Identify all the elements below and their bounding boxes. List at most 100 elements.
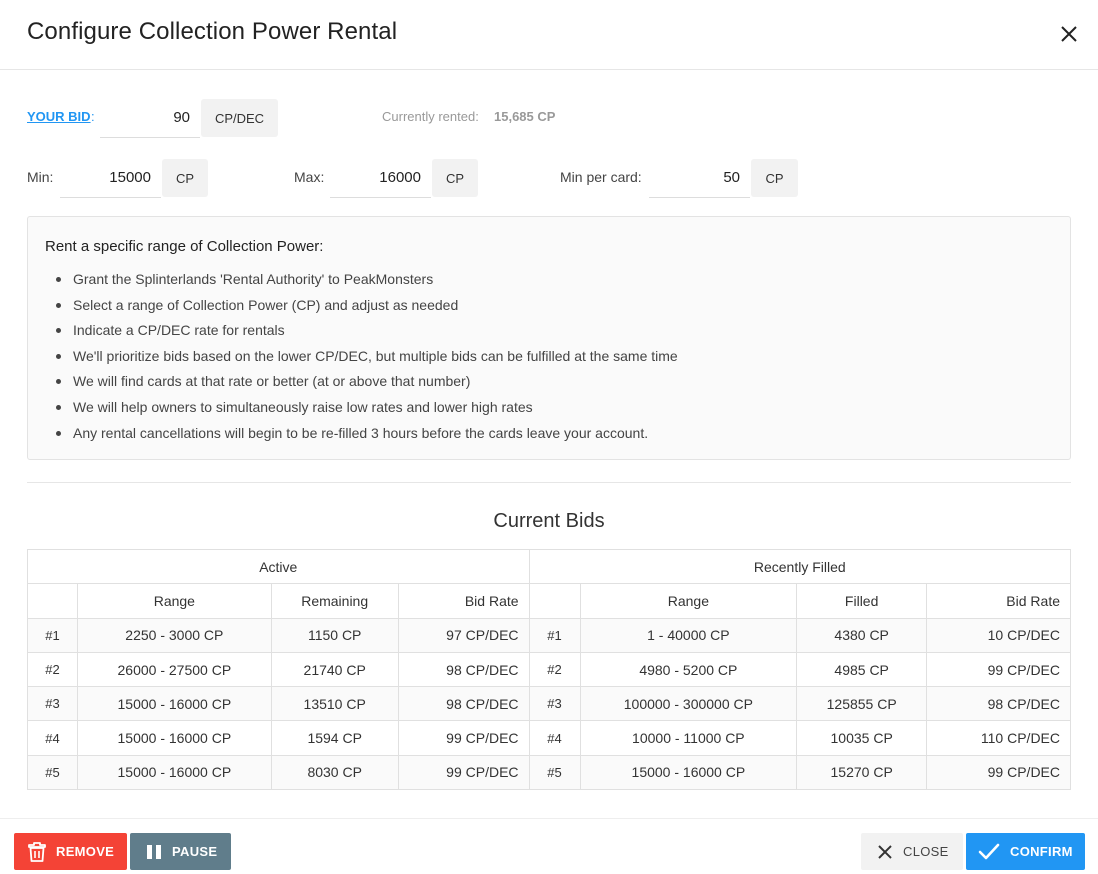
active-remaining: 21740 CP	[270, 651, 399, 688]
active-bid-rate-header[interactable]: Bid Rate	[397, 583, 530, 619]
active-index: #1	[27, 617, 78, 653]
filled-bid-rate: 99 CP/DEC	[926, 754, 1071, 791]
active-bid-rate: 97 CP/DEC	[397, 617, 530, 653]
bid-row: YOUR BID : CP/DEC Currently rented: 15,6…	[0, 98, 1098, 138]
filled-range: 100000 - 300000 CP	[579, 686, 798, 722]
table-row: #1 2250 - 3000 CP 1150 CP 97 CP/DEC #1 1…	[27, 617, 1071, 653]
confirm-button[interactable]: CONFIRM	[966, 833, 1085, 870]
remove-button[interactable]: REMOVE	[14, 833, 127, 870]
filled-index: #5	[528, 754, 581, 791]
info-title: Rent a specific range of Collection Powe…	[45, 238, 324, 255]
min-label: Min:	[27, 169, 54, 185]
filled-index: #4	[528, 720, 581, 756]
filled-range: 10000 - 11000 CP	[579, 720, 798, 756]
bids-table: Active Recently Filled Range Remaining B…	[27, 548, 1072, 791]
filled-amount: 4985 CP	[796, 651, 928, 688]
trash-icon	[28, 841, 46, 862]
filled-range: 4980 - 5200 CP	[579, 651, 798, 688]
table-row: #5 15000 - 16000 CP 8030 CP 99 CP/DEC #5…	[27, 754, 1071, 791]
footer-divider	[0, 818, 1098, 819]
active-range: 2250 - 3000 CP	[76, 617, 272, 653]
active-bid-rate: 98 CP/DEC	[397, 651, 530, 688]
x-icon	[877, 844, 893, 860]
info-list-item: We will help owners to simultaneously ra…	[56, 397, 678, 423]
filled-amount: 4380 CP	[796, 617, 928, 653]
close-button[interactable]: CLOSE	[861, 833, 963, 870]
active-bid-rate: 99 CP/DEC	[397, 720, 530, 756]
active-index: #4	[27, 720, 78, 756]
your-bid-link[interactable]: YOUR BID	[27, 109, 91, 124]
active-index: #3	[27, 686, 78, 722]
filled-amount: 15270 CP	[796, 754, 928, 791]
bid-label-colon: :	[91, 109, 95, 124]
active-remaining: 1594 CP	[270, 720, 399, 756]
filled-index: #1	[528, 617, 581, 653]
info-list: Grant the Splinterlands 'Rental Authorit…	[56, 269, 678, 449]
min-per-card-input[interactable]	[649, 158, 750, 198]
close-icon[interactable]	[1057, 22, 1081, 46]
active-bid-rate: 98 CP/DEC	[397, 686, 530, 722]
pause-button-label: PAUSE	[172, 844, 218, 859]
min-unit-label: CP	[162, 159, 208, 197]
active-index-header	[27, 583, 78, 619]
filled-bid-rate: 98 CP/DEC	[926, 686, 1071, 722]
dialog-header: Configure Collection Power Rental	[0, 0, 1098, 70]
filled-range-header[interactable]: Range	[579, 583, 798, 619]
info-panel: Rent a specific range of Collection Powe…	[27, 216, 1071, 460]
filled-bid-rate-header[interactable]: Bid Rate	[926, 583, 1071, 619]
table-row: #2 26000 - 27500 CP 21740 CP 98 CP/DEC #…	[27, 651, 1071, 688]
section-divider	[27, 482, 1071, 483]
filled-index: #2	[528, 651, 581, 688]
filled-index-header	[528, 583, 581, 619]
info-list-item: Any rental cancellations will begin to b…	[56, 423, 678, 449]
filled-bid-rate: 110 CP/DEC	[926, 720, 1071, 756]
max-label: Max:	[294, 169, 325, 185]
filled-amount: 10035 CP	[796, 720, 928, 756]
active-range: 15000 - 16000 CP	[76, 720, 272, 756]
currently-rented-value: 15,685 CP	[494, 109, 556, 124]
pause-icon	[146, 844, 162, 860]
max-cp-input[interactable]	[330, 158, 431, 198]
info-list-item: We'll prioritize bids based on the lower…	[56, 346, 678, 372]
filled-filled-header[interactable]: Filled	[796, 583, 928, 619]
active-range: 26000 - 27500 CP	[76, 651, 272, 688]
table-row: #4 15000 - 16000 CP 1594 CP 99 CP/DEC #4…	[27, 720, 1071, 756]
filled-range: 15000 - 16000 CP	[579, 754, 798, 791]
table-row: #3 15000 - 16000 CP 13510 CP 98 CP/DEC #…	[27, 686, 1071, 722]
active-remaining-header[interactable]: Remaining	[270, 583, 399, 619]
filled-range: 1 - 40000 CP	[579, 617, 798, 653]
filled-bid-rate: 99 CP/DEC	[926, 651, 1071, 688]
confirm-button-label: CONFIRM	[1010, 844, 1073, 859]
active-remaining: 1150 CP	[270, 617, 399, 653]
current-bids-title: Current Bids	[493, 510, 605, 532]
bid-unit-label: CP/DEC	[201, 99, 278, 137]
recently-filled-group-header: Recently Filled	[528, 548, 1072, 585]
info-list-item: We will find cards at that rate or bette…	[56, 371, 678, 397]
info-list-item: Select a range of Collection Power (CP) …	[56, 295, 678, 321]
active-range-header[interactable]: Range	[76, 583, 272, 619]
active-remaining: 8030 CP	[270, 754, 399, 791]
filled-index: #3	[528, 686, 581, 722]
max-unit-label: CP	[432, 159, 478, 197]
close-button-label: CLOSE	[903, 844, 949, 859]
remove-button-label: REMOVE	[56, 844, 115, 859]
min-cp-input[interactable]	[60, 158, 161, 198]
pause-button[interactable]: PAUSE	[130, 833, 231, 870]
active-index: #5	[27, 754, 78, 791]
min-per-card-unit-label: CP	[751, 159, 798, 197]
active-remaining: 13510 CP	[270, 686, 399, 722]
min-per-card-label: Min per card:	[560, 169, 642, 185]
active-index: #2	[27, 651, 78, 688]
active-range: 15000 - 16000 CP	[76, 754, 272, 791]
active-group-header: Active	[27, 548, 530, 585]
filled-bid-rate: 10 CP/DEC	[926, 617, 1071, 653]
active-bid-rate: 99 CP/DEC	[397, 754, 530, 791]
filled-amount: 125855 CP	[796, 686, 928, 722]
check-icon	[978, 843, 1000, 861]
info-list-item: Grant the Splinterlands 'Rental Authorit…	[56, 269, 678, 295]
active-range: 15000 - 16000 CP	[76, 686, 272, 722]
bid-rate-input[interactable]	[100, 98, 200, 138]
range-row: Min: CP Max: CP Min per card: CP	[0, 158, 1098, 198]
dialog-title: Configure Collection Power Rental	[27, 18, 398, 45]
info-list-item: Indicate a CP/DEC rate for rentals	[56, 320, 678, 346]
